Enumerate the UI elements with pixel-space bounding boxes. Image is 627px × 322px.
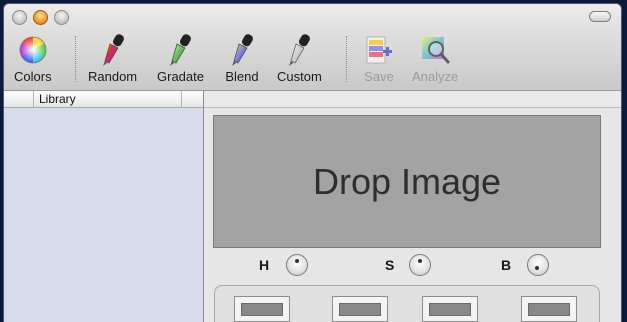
library-table-header: Library	[4, 91, 203, 108]
drop-image-area[interactable]: Drop Image	[213, 115, 601, 248]
toolbar-analyze-label: Analyze	[412, 69, 459, 84]
save-palette-icon	[361, 34, 397, 66]
minimize-button[interactable]	[33, 10, 48, 25]
toolbar-save-button[interactable]: Save	[361, 34, 397, 84]
analyze-magnifier-icon	[417, 34, 453, 66]
eyedropper-icon	[162, 34, 198, 66]
toolbar: Colors Random Gradate Blend Custom Save …	[4, 30, 621, 88]
eyedropper-icon	[95, 34, 131, 66]
zoom-button[interactable]	[54, 10, 69, 25]
color-swatch[interactable]	[332, 296, 388, 322]
toolbar-colors-button[interactable]: Colors	[14, 34, 52, 84]
saturation-knob-icon[interactable]	[409, 254, 431, 276]
app-window: Colors Random Gradate Blend Custom Save …	[4, 4, 621, 322]
titlebar: Colors Random Gradate Blend Custom Save …	[4, 4, 621, 91]
color-swatch[interactable]	[521, 296, 577, 322]
brightness-knob-icon[interactable]	[527, 254, 549, 276]
color-swatch[interactable]	[234, 296, 290, 322]
library-checkbox-column-header[interactable]	[4, 91, 34, 107]
toolbar-separator	[75, 36, 76, 82]
toolbar-custom-label: Custom	[277, 69, 322, 84]
main-panel: Drop Image H S B	[204, 91, 621, 322]
toolbar-custom-button[interactable]: Custom	[277, 34, 322, 84]
color-swatch[interactable]	[422, 296, 478, 322]
saturation-label: S	[385, 257, 395, 273]
color-wheel-icon	[15, 34, 51, 66]
brightness-label: B	[501, 257, 512, 273]
toolbar-gradate-label: Gradate	[157, 69, 204, 84]
toolbar-save-label: Save	[364, 69, 394, 84]
eyedropper-icon	[281, 34, 317, 66]
toolbar-separator	[346, 36, 347, 82]
toolbar-colors-label: Colors	[14, 69, 52, 84]
library-column-header[interactable]: Library	[34, 91, 182, 107]
toolbar-gradate-button[interactable]: Gradate	[157, 34, 204, 84]
toolbar-toggle-button[interactable]	[589, 11, 611, 22]
toolbar-random-button[interactable]: Random	[88, 34, 137, 84]
toolbar-analyze-button[interactable]: Analyze	[412, 34, 458, 84]
eyedropper-icon	[224, 34, 260, 66]
close-button[interactable]	[12, 10, 27, 25]
toolbar-blend-label: Blend	[225, 69, 259, 84]
hue-label: H	[259, 257, 270, 273]
toolbar-blend-button[interactable]: Blend	[224, 34, 260, 84]
library-sidebar[interactable]: Library	[4, 91, 204, 322]
main-header-strip	[204, 91, 621, 108]
hue-knob-icon[interactable]	[286, 254, 308, 276]
drop-image-label: Drop Image	[312, 160, 502, 202]
toolbar-random-label: Random	[88, 69, 138, 84]
